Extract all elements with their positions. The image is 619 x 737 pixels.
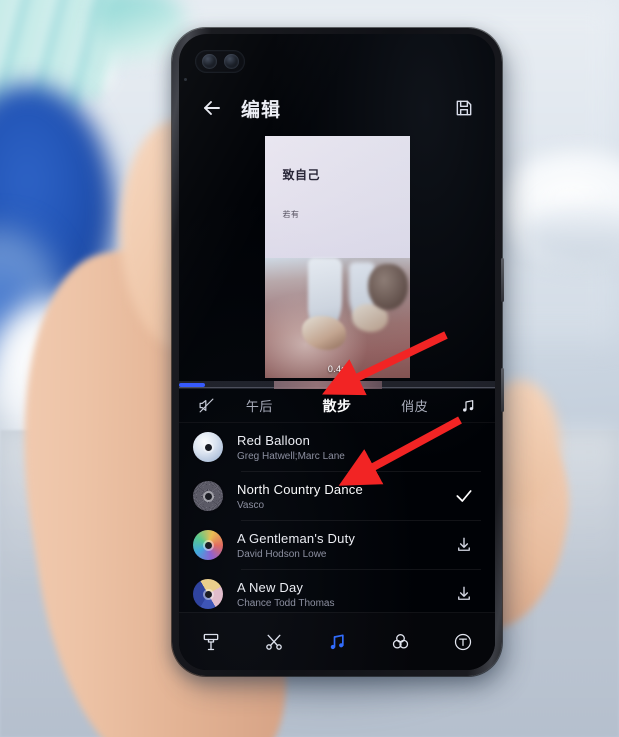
preview-card-subtitle: 若有 (282, 210, 300, 219)
preview-photo-frame: 0.4s (264, 258, 410, 378)
editor-bottom-toolbar (179, 612, 495, 670)
song-info: North Country Dance Vasco (237, 482, 451, 511)
album-art (193, 481, 223, 511)
app-header: 编辑 (179, 82, 495, 134)
back-arrow-icon[interactable] (199, 95, 225, 121)
clip-duration-label: 0.4s (327, 364, 347, 374)
song-artist: Vasco (237, 499, 265, 511)
preview-photo-pot (367, 264, 408, 310)
tab-wuhou[interactable]: 午后 (222, 396, 297, 415)
album-art (193, 579, 223, 609)
download-icon[interactable] (451, 585, 477, 603)
download-icon[interactable] (451, 536, 477, 554)
text-icon[interactable] (443, 625, 483, 659)
music-note-icon[interactable] (454, 398, 482, 414)
check-icon[interactable] (451, 486, 477, 506)
timeline-track[interactable] (179, 381, 495, 389)
timeline-clip-thumbnail[interactable] (274, 381, 382, 389)
phone-screen: 编辑 致自己 若有 0.4s 午后 散步 俏皮 Red Balloon Greg… (179, 34, 495, 670)
song-title: A New Day (237, 579, 304, 595)
preview-title-card: 致自己 若有 (264, 136, 410, 258)
song-title: North Country Dance (237, 481, 363, 497)
save-floppy-icon[interactable] (453, 97, 475, 119)
song-list-item[interactable]: A New Day Chance Todd Thomas (179, 570, 495, 618)
song-title: Red Balloon (237, 432, 311, 448)
song-artist: Greg Hatwell;Marc Lane (237, 450, 345, 462)
timeline-progress-indicator[interactable] (179, 383, 205, 387)
brush-icon[interactable] (191, 625, 231, 659)
song-artist: David Hodson Lowe (237, 548, 327, 560)
song-info: Red Balloon Greg Hatwell;Marc Lane (237, 433, 451, 462)
song-list-item[interactable]: A Gentleman's Duty David Hodson Lowe (179, 521, 495, 569)
preview-photo-foot-left (302, 316, 347, 350)
preview-card-title: 致自己 (282, 168, 321, 182)
tab-sanbu[interactable]: 散步 (299, 396, 376, 416)
proximity-sensor-dot (184, 78, 187, 81)
scissors-icon[interactable] (254, 625, 294, 659)
filter-icon[interactable] (380, 625, 420, 659)
song-info: A Gentleman's Duty David Hodson Lowe (237, 531, 451, 560)
song-title: A Gentleman's Duty (237, 530, 356, 546)
page-title: 编辑 (241, 99, 282, 121)
music-icon[interactable] (317, 625, 357, 659)
song-list-item[interactable]: Red Balloon Greg Hatwell;Marc Lane (179, 423, 495, 471)
dual-punch-hole-camera (195, 50, 245, 73)
song-info: A New Day Chance Todd Thomas (237, 580, 451, 609)
song-list-item-selected[interactable]: North Country Dance Vasco (179, 472, 495, 520)
song-artist: Chance Todd Thomas (237, 597, 335, 609)
tab-qiaopi[interactable]: 俏皮 (377, 396, 452, 415)
album-art (193, 530, 223, 560)
camera-lens-left (201, 54, 217, 69)
volume-down-button[interactable] (501, 368, 504, 412)
music-category-tabs: 午后 散步 俏皮 (179, 389, 495, 423)
volume-up-button[interactable] (501, 258, 504, 302)
smartphone-device: 编辑 致自己 若有 0.4s 午后 散步 俏皮 Red Balloon Greg… (172, 28, 504, 676)
video-preview[interactable]: 致自己 若有 0.4s (264, 136, 410, 378)
album-art (193, 432, 223, 462)
mute-speaker-icon[interactable] (192, 397, 220, 414)
camera-lens-right (223, 54, 239, 69)
